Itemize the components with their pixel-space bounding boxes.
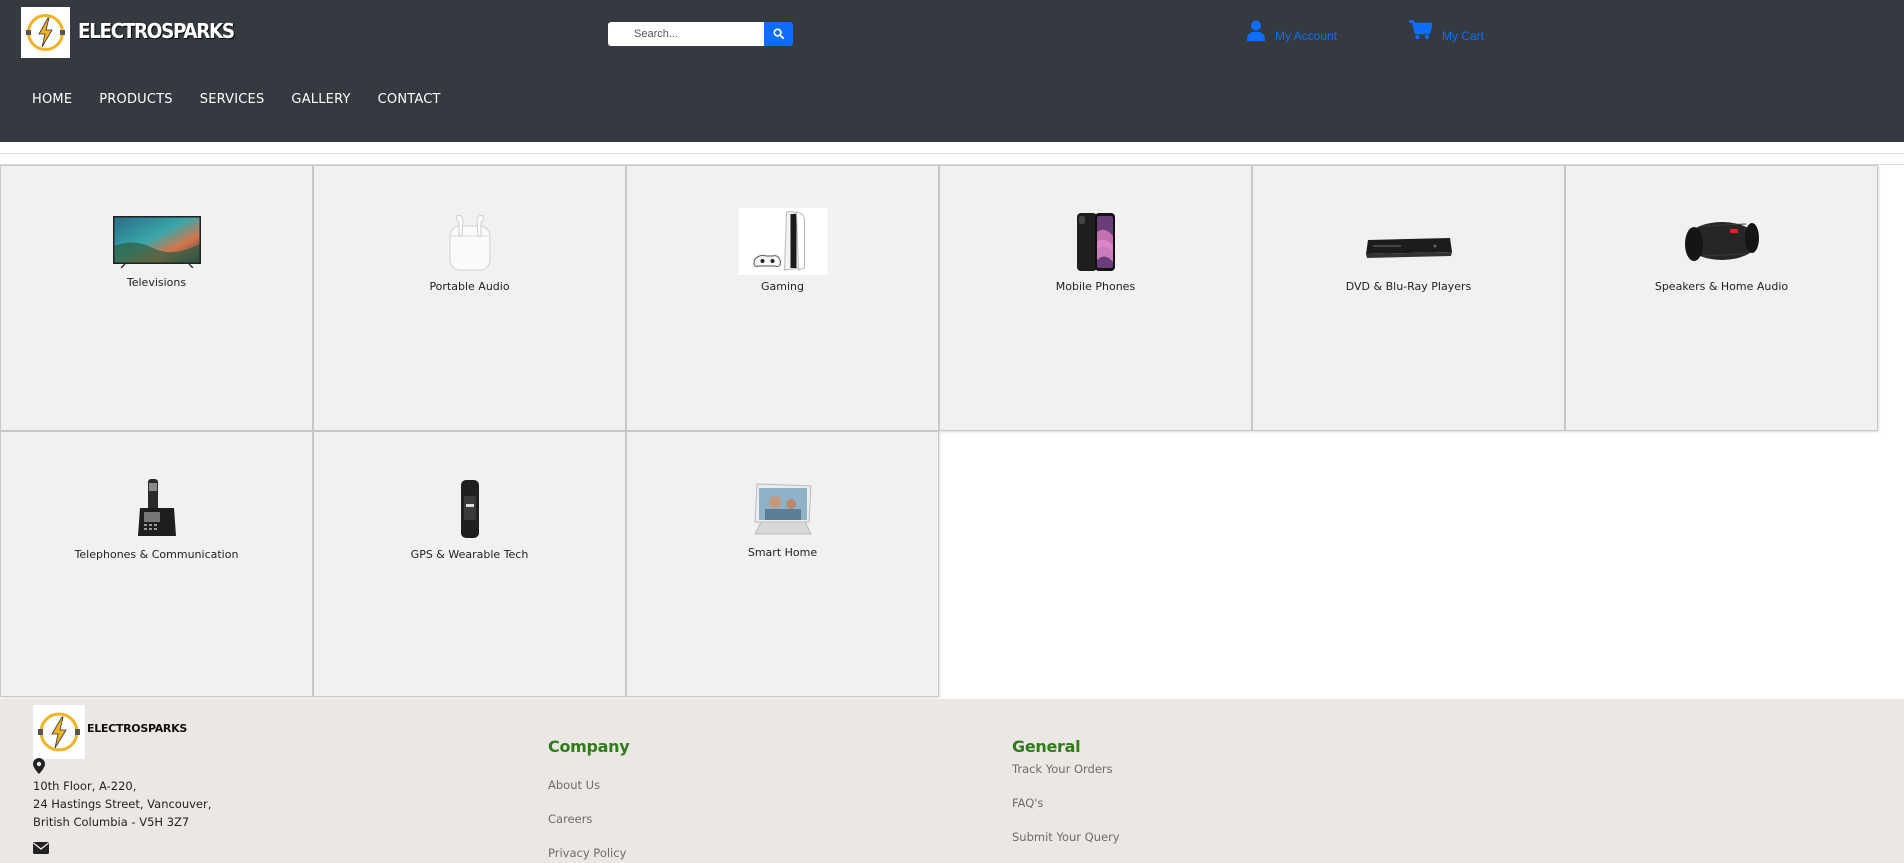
- logo[interactable]: [21, 7, 70, 58]
- my-account-link[interactable]: My Account: [1247, 20, 1337, 44]
- fitness-tracker-image: [458, 480, 482, 538]
- category-label: DVD & Blu-Ray Players: [1345, 280, 1472, 293]
- footer-link-submit-query[interactable]: Submit Your Query: [1012, 830, 1120, 844]
- nav-services[interactable]: SERVICES: [200, 92, 265, 107]
- search-button[interactable]: [764, 22, 793, 46]
- address-line: 10th Floor, A-220,: [33, 779, 137, 793]
- nav-home[interactable]: HOME: [32, 92, 72, 107]
- cart-icon: [1409, 20, 1433, 43]
- my-cart-label: My Cart: [1442, 28, 1484, 43]
- divider: [0, 153, 1904, 154]
- my-account-label: My Account: [1275, 29, 1338, 43]
- footer-link-track-orders[interactable]: Track Your Orders: [1012, 762, 1113, 776]
- footer-address: 10th Floor, A-220, 24 Hastings Street, V…: [33, 777, 211, 831]
- category-tile-gps-wearable[interactable]: GPS & Wearable Tech: [313, 431, 626, 697]
- category-tile-smart-home[interactable]: Smart Home: [626, 431, 939, 697]
- main-nav: HOME PRODUCTS SERVICES GALLERY CONTACT: [32, 92, 468, 107]
- smartphone-image: [1075, 212, 1117, 272]
- television-image: [112, 216, 201, 268]
- footer-link-about-us[interactable]: About Us: [548, 778, 600, 792]
- footer-company-heading: Company: [548, 737, 630, 756]
- category-tile-portable-audio[interactable]: Portable Audio: [313, 165, 626, 431]
- search-input[interactable]: [608, 22, 764, 46]
- category-label: Smart Home: [747, 546, 818, 559]
- category-label: GPS & Wearable Tech: [410, 548, 529, 561]
- category-tile-speakers[interactable]: Speakers & Home Audio: [1565, 165, 1878, 431]
- category-tile-televisions[interactable]: Televisions: [0, 165, 313, 431]
- category-label: Portable Audio: [429, 280, 510, 293]
- footer-link-faqs[interactable]: FAQ's: [1012, 796, 1043, 810]
- category-label: Gaming: [761, 280, 804, 293]
- footer-link-privacy-policy[interactable]: Privacy Policy: [548, 846, 626, 860]
- search-icon: [773, 27, 784, 42]
- footer-brand-name: ELECTROSPARKS: [87, 722, 187, 735]
- user-icon: [1247, 20, 1265, 44]
- smart-display-image: [751, 482, 815, 536]
- brand-name[interactable]: ELECTROSPARKS: [78, 19, 235, 43]
- site-header: ELECTROSPARKS My Account: [0, 0, 1904, 142]
- category-label: Telephones & Communication: [74, 548, 239, 561]
- category-label: Speakers & Home Audio: [1654, 280, 1789, 293]
- category-label: Televisions: [126, 276, 187, 289]
- envelope-icon: [33, 841, 49, 859]
- speaker-image: [1682, 216, 1762, 266]
- site-footer: ELECTROSPARKS 10th Floor, A-220, 24 Hast…: [0, 699, 1904, 863]
- game-console-image: [738, 208, 827, 275]
- category-tile-gaming[interactable]: Gaming: [626, 165, 939, 431]
- footer-logo[interactable]: [33, 705, 85, 759]
- category-tile-mobile-phones[interactable]: Mobile Phones: [939, 165, 1252, 431]
- earbuds-image: [447, 214, 493, 272]
- category-tile-dvd-blu-ray[interactable]: DVD & Blu-Ray Players: [1252, 165, 1565, 431]
- dvd-player-image: [1365, 234, 1453, 260]
- search-bar: [608, 22, 793, 46]
- category-tile-telephones[interactable]: Telephones & Communication: [0, 431, 313, 697]
- location-pin-icon: [33, 758, 45, 779]
- footer-link-careers[interactable]: Careers: [548, 812, 592, 826]
- my-cart-link[interactable]: My Cart: [1409, 20, 1484, 43]
- nav-products[interactable]: PRODUCTS: [99, 92, 173, 107]
- nav-contact[interactable]: CONTACT: [378, 92, 441, 107]
- footer-general-heading: General: [1012, 737, 1081, 756]
- category-label: Mobile Phones: [1055, 280, 1136, 293]
- address-line: British Columbia - V5H 3Z7: [33, 815, 190, 829]
- nav-gallery[interactable]: GALLERY: [291, 92, 350, 107]
- address-line: 24 Hastings Street, Vancouver,: [33, 797, 212, 811]
- cordless-phone-image: [136, 478, 178, 538]
